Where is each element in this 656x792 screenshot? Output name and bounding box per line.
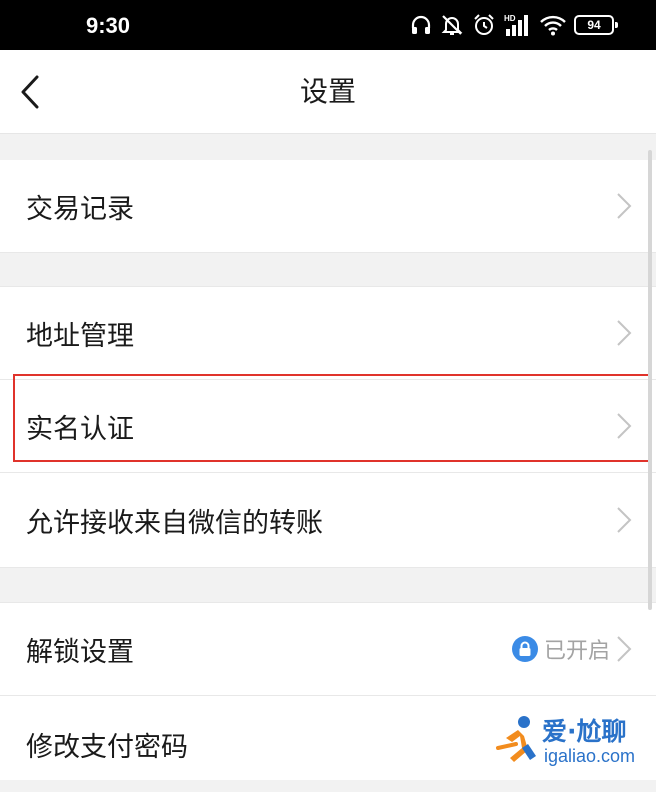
- chevron-right-icon: [617, 636, 632, 662]
- chevron-left-icon: [21, 75, 39, 109]
- settings-item-address-management[interactable]: 地址管理: [0, 287, 656, 379]
- settings-item-transaction-records[interactable]: 交易记录: [0, 160, 656, 252]
- battery-icon: 94: [574, 15, 618, 35]
- chevron-right-icon: [617, 193, 632, 219]
- settings-item-label: 交易记录: [26, 193, 134, 225]
- alarm-icon: [474, 14, 494, 35]
- bell-muted-icon: [441, 15, 463, 35]
- chevron-right-icon: [617, 507, 632, 533]
- nav-bar: 设置: [0, 50, 656, 134]
- status-time: 9:30: [86, 13, 131, 38]
- status-icons: HD 94: [410, 10, 618, 40]
- settings-item-label: 地址管理: [26, 320, 134, 352]
- chevron-right-icon: [617, 320, 632, 346]
- wifi-icon: [540, 15, 566, 36]
- scrollbar[interactable]: [648, 150, 652, 610]
- network-badge: HD: [504, 14, 516, 23]
- settings-item-real-name-verification[interactable]: 实名认证: [0, 380, 656, 472]
- headset-icon: [411, 15, 431, 34]
- settings-item-change-pay-password[interactable]: 修改支付密码: [0, 696, 656, 780]
- divider: [0, 252, 656, 253]
- settings-item-label: 解锁设置: [26, 636, 134, 668]
- settings-item-label: 修改支付密码: [26, 731, 188, 763]
- signal-icon: HD: [504, 14, 528, 36]
- status-bar: 9:30 HD 94: [0, 0, 656, 50]
- battery-level: 94: [587, 18, 601, 32]
- page-title: 设置: [299, 75, 356, 108]
- lock-icon: [511, 636, 538, 662]
- unlock-status: 已开启: [511, 603, 610, 695]
- settings-item-label: 允许接收来自微信的转账: [26, 507, 323, 539]
- back-button[interactable]: [0, 50, 60, 134]
- settings-item-unlock-settings[interactable]: 解锁设置 已开启: [0, 603, 656, 695]
- settings-item-label: 实名认证: [26, 413, 134, 445]
- unlock-status-text: 已开启: [543, 639, 610, 664]
- divider: [0, 567, 656, 568]
- settings-item-allow-wechat-transfers[interactable]: 允许接收来自微信的转账: [0, 473, 656, 567]
- chevron-right-icon: [617, 413, 632, 439]
